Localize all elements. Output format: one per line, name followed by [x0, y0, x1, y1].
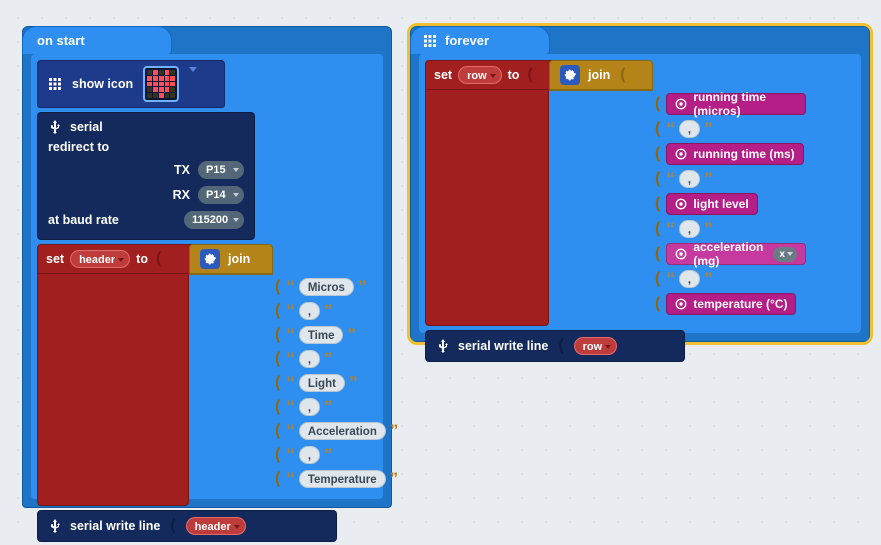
serial-lead-label: serial [70, 120, 103, 134]
forever-hat-block[interactable]: forever set row to ( [410, 26, 870, 342]
join-slot: (acceleration (mg)x [653, 243, 806, 265]
grid-icon [423, 34, 437, 48]
join-slot: (“Micros” [273, 277, 398, 297]
chevron-down-icon[interactable] [189, 67, 197, 72]
target-icon [675, 298, 687, 310]
string-literal[interactable]: “,” [286, 397, 332, 417]
join-slot: (running time (ms) [653, 143, 806, 165]
join-slot: (“,” [653, 119, 806, 139]
join-label: join [228, 252, 250, 266]
baud-dropdown[interactable]: 115200 [184, 211, 244, 229]
join-slot: (“,” [653, 219, 806, 239]
serial-redirect-label: redirect to [48, 140, 109, 154]
show-icon-label: show icon [72, 77, 133, 91]
serial-write-line-block[interactable]: serial write line ( header [37, 510, 337, 542]
usb-icon [436, 339, 450, 353]
join-slot: (“,” [653, 269, 806, 289]
reporter-running time (micros)[interactable]: running time (micros) [666, 93, 806, 115]
forever-cap: forever [410, 26, 550, 54]
target-icon [675, 248, 687, 260]
join-body [549, 90, 653, 91]
string-literal[interactable]: “,” [666, 269, 712, 289]
reporter-temperature (°C)[interactable]: temperature (°C) [666, 293, 796, 315]
variable-picker-header[interactable]: header [70, 250, 130, 268]
string-literal[interactable]: “Micros” [286, 277, 366, 297]
on-start-hat-block[interactable]: on start show icon [22, 26, 392, 508]
target-icon [675, 98, 687, 110]
grid-icon [48, 77, 62, 91]
reporter-light level[interactable]: light level [666, 193, 757, 215]
reporter-acceleration (mg)[interactable]: acceleration (mg)x [666, 243, 806, 265]
axis-dropdown[interactable]: x [773, 247, 797, 262]
serial-write-line-label: serial write line [458, 339, 548, 353]
string-literal[interactable]: “,” [286, 301, 332, 321]
serial-redirect-block[interactable]: serial redirect to TX P15 RX P14 at baud… [37, 112, 255, 240]
gear-icon[interactable] [200, 249, 220, 269]
set-to-label: to [136, 252, 148, 266]
string-literal[interactable]: “Time” [286, 325, 356, 345]
variable-picker-row[interactable]: row [458, 66, 502, 84]
tx-label: TX [174, 163, 190, 177]
set-label: set [46, 252, 64, 266]
string-literal[interactable]: “Temperature” [286, 469, 398, 489]
join-slot: (“Temperature” [273, 469, 398, 489]
join-body [189, 274, 273, 275]
forever-label: forever [445, 27, 489, 54]
join-block[interactable]: join (“Micros”(“,”(“Time”(“,”(“Light”(“,… [189, 244, 273, 506]
target-icon [675, 198, 687, 210]
join-block[interactable]: join ( (running time (micros)(“,”(runnin… [549, 60, 653, 326]
serial-write-line-block[interactable]: serial write line ( row [425, 330, 685, 362]
string-literal[interactable]: “Acceleration” [286, 421, 398, 441]
tx-pin-dropdown[interactable]: P15 [198, 161, 244, 179]
usb-icon [48, 519, 62, 533]
forever-body: set row to ( join [419, 54, 861, 333]
join-slot: (“,” [273, 301, 398, 321]
on-start-label: on start [37, 33, 85, 48]
join-slot: (“,” [653, 169, 806, 189]
set-block-body [425, 90, 549, 326]
join-label: join [588, 68, 610, 82]
on-start-cap: on start [22, 26, 172, 54]
set-label: set [434, 68, 452, 82]
rx-label: RX [173, 188, 190, 202]
set-block-body [37, 274, 189, 506]
string-literal[interactable]: “,” [666, 119, 712, 139]
join-slot: (running time (micros) [653, 93, 806, 115]
led-matrix-icon-picker[interactable] [143, 66, 179, 102]
join-slot: (“,” [273, 445, 398, 465]
string-literal[interactable]: “,” [666, 169, 712, 189]
join-slot: (“,” [273, 349, 398, 369]
variable-reporter-row[interactable]: row [574, 337, 618, 355]
on-start-body: show icon serial redirect [31, 54, 383, 499]
string-literal[interactable]: “Light” [286, 373, 357, 393]
string-literal[interactable]: “,” [666, 219, 712, 239]
rx-pin-dropdown[interactable]: P14 [198, 186, 244, 204]
join-slot: (“Acceleration” [273, 421, 398, 441]
variable-reporter-header[interactable]: header [186, 517, 246, 535]
join-slot: (temperature (°C) [653, 293, 806, 315]
join-slot: (“Light” [273, 373, 398, 393]
join-slot: (“,” [273, 397, 398, 417]
join-slot: (“Time” [273, 325, 398, 345]
usb-icon [48, 120, 62, 134]
string-literal[interactable]: “,” [286, 445, 332, 465]
target-icon [675, 148, 687, 160]
string-literal[interactable]: “,” [286, 349, 332, 369]
serial-write-line-label: serial write line [70, 519, 160, 533]
show-icon-block[interactable]: show icon [37, 60, 225, 108]
join-slot: (light level [653, 193, 806, 215]
gear-icon[interactable] [560, 65, 580, 85]
reporter-running time (ms)[interactable]: running time (ms) [666, 143, 803, 165]
baud-label: at baud rate [48, 213, 119, 227]
set-to-label: to [508, 68, 520, 82]
